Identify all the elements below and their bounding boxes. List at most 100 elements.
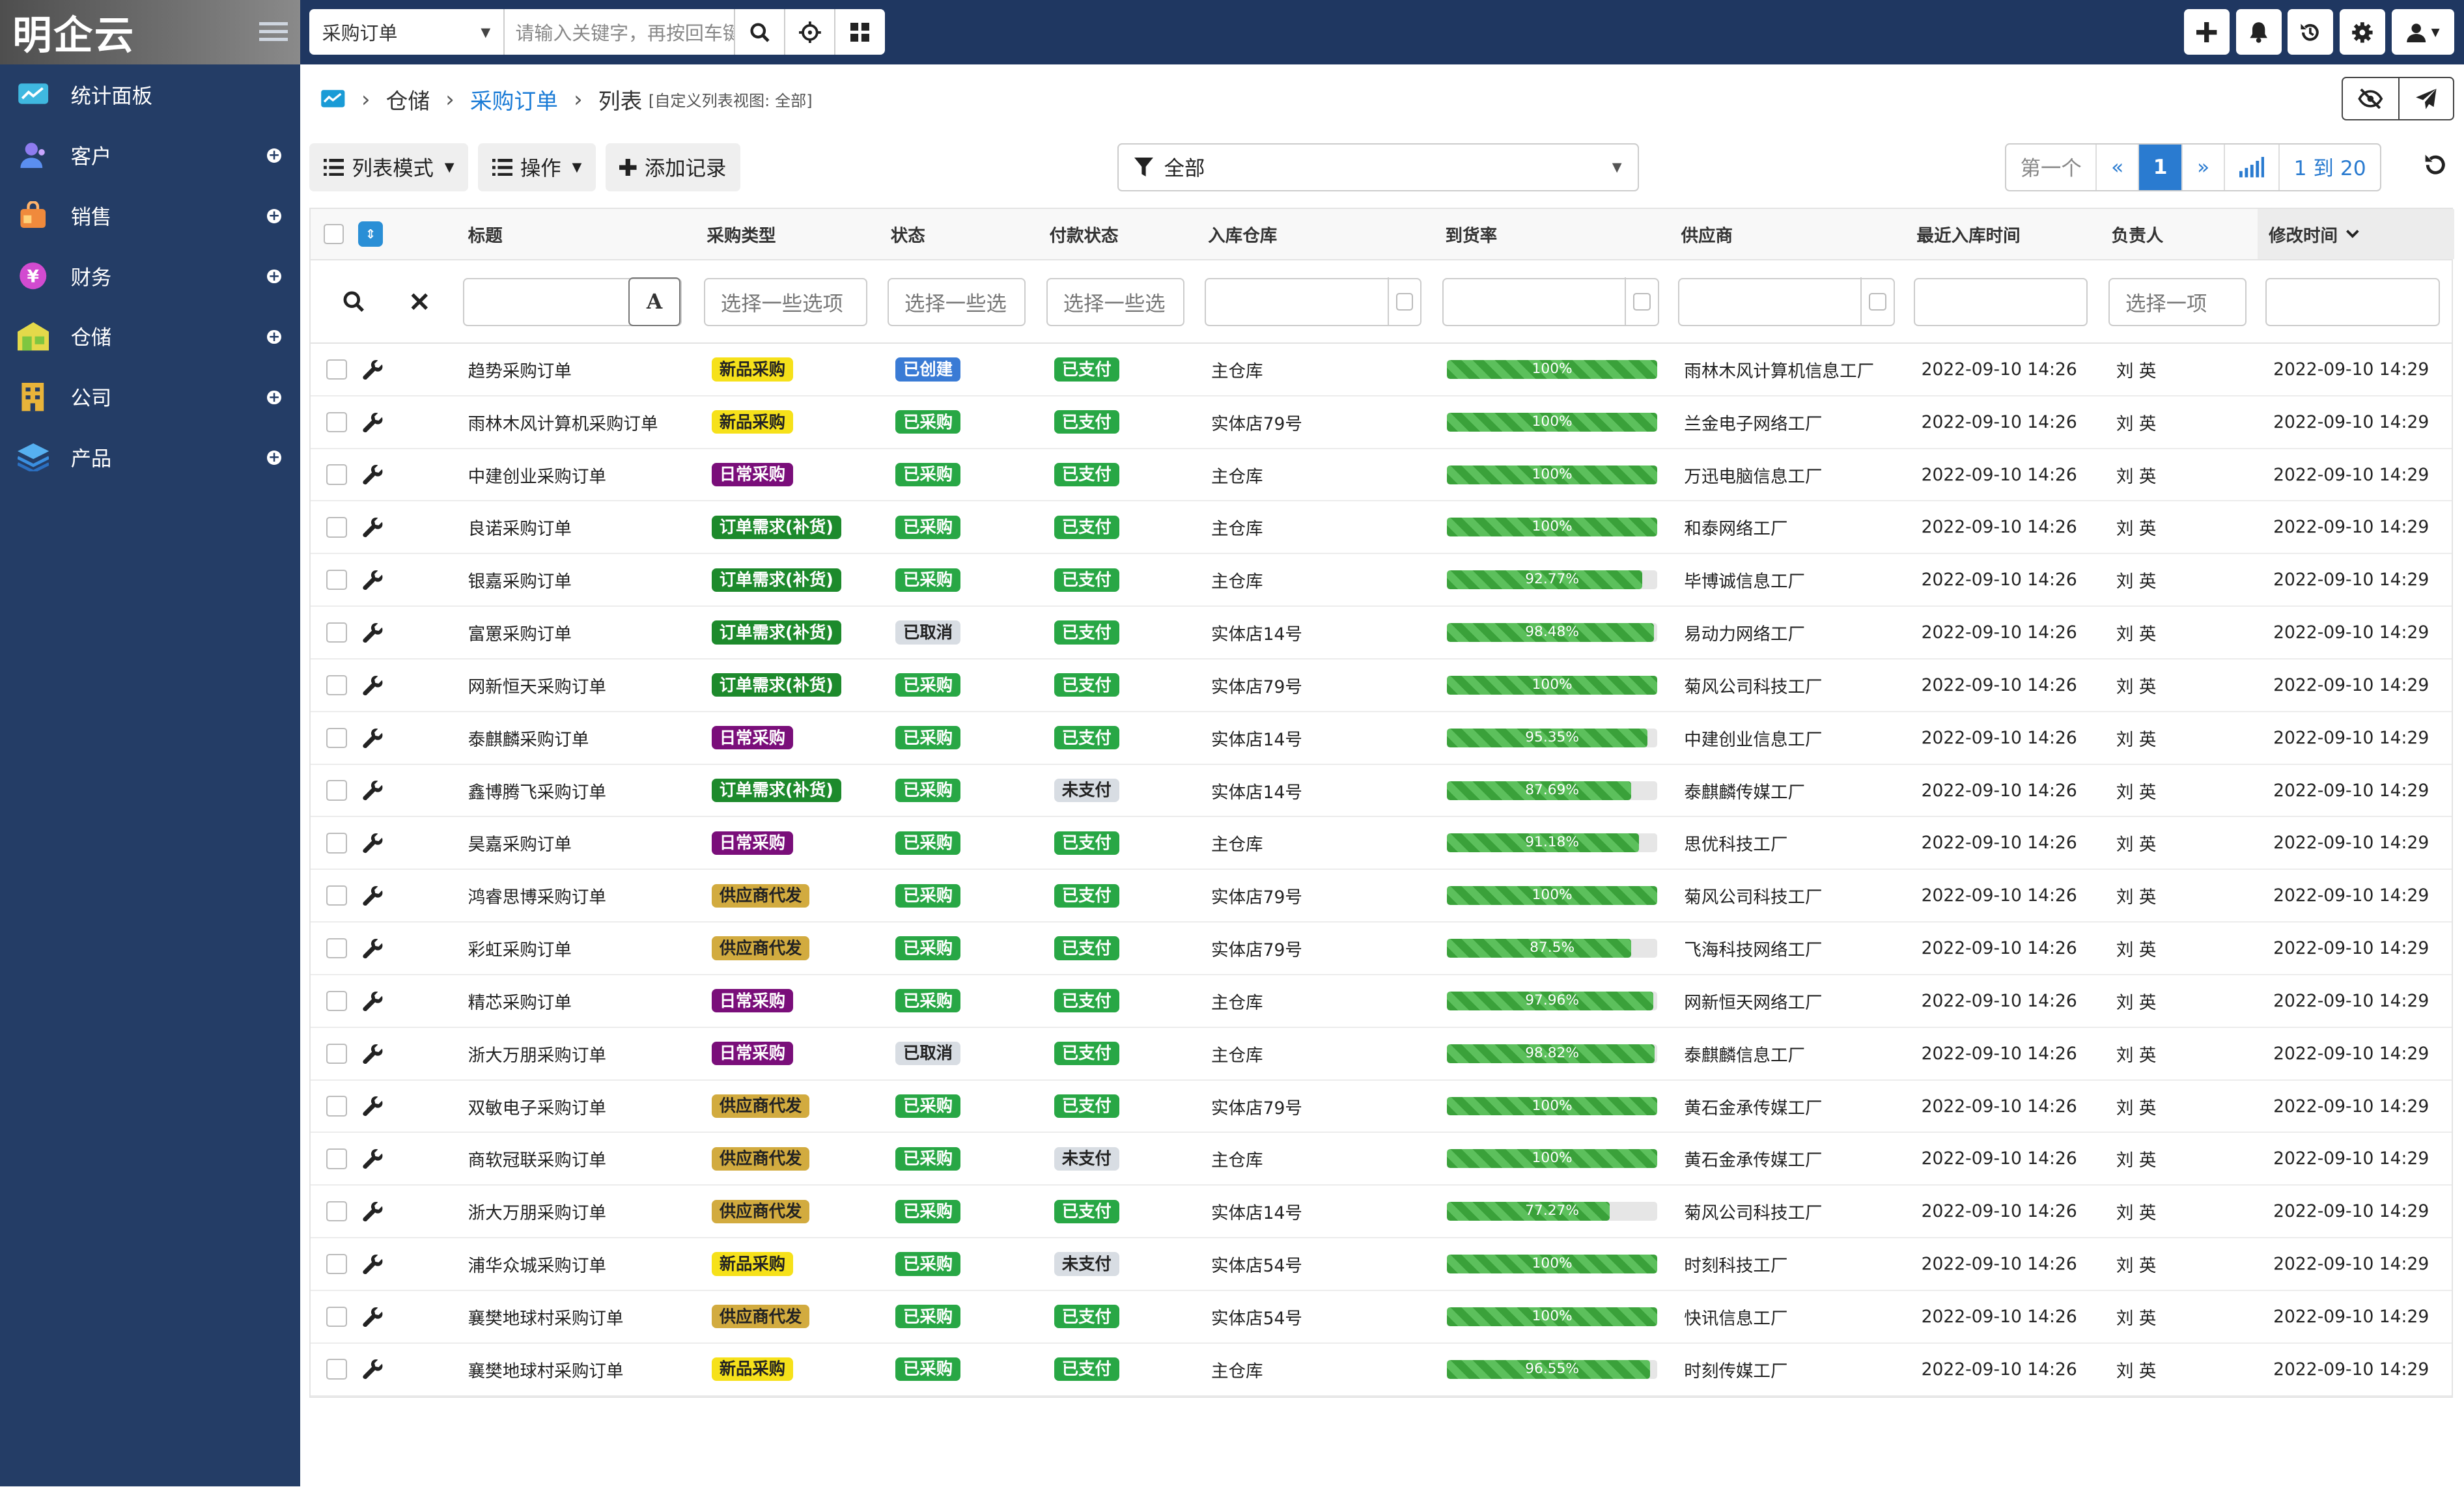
wrench-icon[interactable] [363,870,383,921]
row-checkbox[interactable] [326,396,347,448]
table-row[interactable]: 银嘉采购订单 订单需求(补货) 已采购 已支付 主仓库 92.77% 毕博诚信息工厂 2022… [311,554,2452,607]
title-cell[interactable]: 网新恒天采购订单 [468,660,606,711]
column-header-in-time[interactable]: 最近入库时间 [1916,209,2020,260]
expand-plus-icon[interactable]: + [267,148,281,163]
row-checkbox[interactable] [326,344,347,395]
row-checkbox[interactable] [326,1238,347,1290]
row-checkbox[interactable] [326,1344,347,1395]
owner-filter-select[interactable]: 选择一项 [2108,277,2247,327]
title-cell[interactable]: 鸿睿思博采购订单 [468,870,606,921]
wrench-icon[interactable] [363,1238,383,1290]
row-checkbox[interactable] [326,607,347,658]
type-filter-select[interactable]: 选择一些选项 [703,277,867,327]
expand-plus-icon[interactable]: + [267,390,281,405]
title-cell[interactable]: 襄樊地球村采购订单 [468,1291,624,1342]
wrench-icon[interactable] [363,1081,383,1132]
table-row[interactable]: 浙大万朋采购订单 日常采购 已取消 已支付 主仓库 98.82% 泰麒麟信息工厂 2022-0… [311,1028,2452,1081]
module-select[interactable]: 采购订单 ▼ [309,9,505,55]
title-cell[interactable]: 雨林木风计算机采购订单 [468,396,658,448]
warehouse-filter-checkbox[interactable] [1387,277,1421,327]
title-cell[interactable]: 银嘉采购订单 [468,554,572,605]
table-row[interactable]: 网新恒天采购订单 订单需求(补货) 已采购 已支付 实体店79号 100% 菊风公司科技工厂… [311,660,2452,712]
column-header-pay[interactable]: 付款状态 [1049,209,1118,260]
table-row[interactable]: 良诺采购订单 订单需求(补货) 已采购 已支付 主仓库 100% 和泰网络工厂 2022-09… [311,501,2452,555]
table-row[interactable]: 趋势采购订单 新品采购 已创建 已支付 主仓库 100% 雨林木风计算机信息工厂 2022-0… [311,344,2452,396]
sidebar-item-4[interactable]: 仓储 + [0,306,300,367]
table-row[interactable]: 雨林木风计算机采购订单 新品采购 已采购 已支付 实体店79号 100% 兰金电子网络工厂 2… [311,396,2452,449]
row-checkbox[interactable] [326,554,347,605]
add-button[interactable] [2184,9,2230,55]
crosshair-button[interactable] [784,9,834,55]
wrench-icon[interactable] [363,660,383,711]
wrench-icon[interactable] [363,1344,383,1395]
sidebar-item-6[interactable]: 产品 + [0,427,300,488]
table-row[interactable]: 商软冠联采购订单 供应商代发 已采购 未支付 主仓库 100% 黄石金承传媒工厂 2022-0… [311,1133,2452,1186]
select-all-checkbox[interactable] [323,209,344,260]
page-prev-button[interactable]: « [2095,144,2138,191]
sidebar-item-0[interactable]: 统计面板 [0,64,300,125]
table-row[interactable]: 浦华众城采购订单 新品采购 已采购 未支付 实体店54号 100% 时刻科技工厂 2022-0… [311,1238,2452,1291]
column-header-type[interactable]: 采购类型 [707,209,776,260]
filter-clear-button[interactable] [393,260,446,342]
title-cell[interactable]: 趋势采购订单 [468,344,572,395]
wrench-icon[interactable] [363,923,383,974]
title-cell[interactable]: 昊嘉采购订单 [468,817,572,869]
send-button[interactable] [2398,78,2453,119]
wrench-icon[interactable] [363,817,383,869]
row-checkbox[interactable] [326,1081,347,1132]
list-mode-button[interactable]: 列表模式 ▼ [309,143,469,192]
refresh-button[interactable] [2423,152,2451,180]
supplier-filter-checkbox[interactable] [1860,277,1894,327]
row-checkbox[interactable] [326,975,347,1027]
column-header-mod-time[interactable]: 修改时间 [2269,209,2360,260]
wrench-icon[interactable] [363,975,383,1027]
title-cell[interactable]: 泰麒麟采购订单 [468,712,589,764]
title-cell[interactable]: 中建创业采购订单 [468,449,606,501]
wrench-icon[interactable] [363,712,383,764]
title-cell[interactable]: 浙大万朋采购订单 [468,1186,606,1237]
column-header-warehouse[interactable]: 入库仓库 [1208,209,1277,260]
wrench-icon[interactable] [363,607,383,658]
actions-button[interactable]: 操作 ▼ [477,143,596,192]
history-button[interactable] [2288,9,2334,55]
title-cell[interactable]: 商软冠联采购订单 [468,1133,606,1184]
row-checkbox[interactable] [326,1028,347,1079]
row-checkbox[interactable] [326,501,347,553]
page-size-button[interactable] [2223,144,2278,191]
expand-plus-icon[interactable]: + [267,209,281,223]
add-record-button[interactable]: 添加记录 [605,143,741,192]
wrench-icon[interactable] [363,449,383,501]
wrench-icon[interactable] [363,1291,383,1342]
title-cell[interactable]: 双敏电子采购订单 [468,1081,606,1132]
title-cell[interactable]: 浦华众城采购订单 [468,1238,606,1290]
table-row[interactable]: 襄樊地球村采购订单 新品采购 已采购 已支付 主仓库 96.55% 时刻传媒工厂 2022-0… [311,1344,2452,1397]
title-cell[interactable]: 浙大万朋采购订单 [468,1028,606,1079]
settings-button[interactable] [2339,9,2385,55]
text-toggle-button[interactable]: A [628,277,680,327]
row-checkbox[interactable] [326,712,347,764]
row-checkbox[interactable] [326,870,347,921]
sidebar-item-1[interactable]: 客户 + [0,125,300,186]
table-row[interactable]: 浙大万朋采购订单 供应商代发 已采购 已支付 实体店14号 77.27% 菊风公司科技工厂 2… [311,1186,2452,1239]
title-cell[interactable]: 襄樊地球村采购订单 [468,1344,624,1395]
page-current[interactable]: 1 [2138,144,2182,191]
row-checkbox[interactable] [326,765,347,816]
column-header-title[interactable]: 标题 [468,209,503,260]
title-cell[interactable]: 彩虹采购订单 [468,923,572,974]
hide-button[interactable] [2343,78,2398,119]
row-checkbox[interactable] [326,449,347,501]
column-header-rate[interactable]: 到货率 [1446,209,1498,260]
wrench-icon[interactable] [363,501,383,553]
wrench-icon[interactable] [363,1133,383,1184]
apps-grid-button[interactable] [834,9,884,55]
wrench-icon[interactable] [363,344,383,395]
expand-plus-icon[interactable]: + [267,329,281,344]
notifications-button[interactable] [2235,9,2282,55]
wrench-icon[interactable] [363,1028,383,1079]
column-settings-button[interactable]: ⇕ [357,209,384,260]
warehouse-filter-input[interactable] [1205,277,1422,327]
in-time-filter-input[interactable] [1913,277,2088,327]
table-row[interactable]: 鑫博腾飞采购订单 订单需求(补货) 已采购 未支付 实体店14号 87.69% 泰麒麟传媒工… [311,765,2452,818]
row-checkbox[interactable] [326,817,347,869]
expand-plus-icon[interactable]: + [267,451,281,466]
